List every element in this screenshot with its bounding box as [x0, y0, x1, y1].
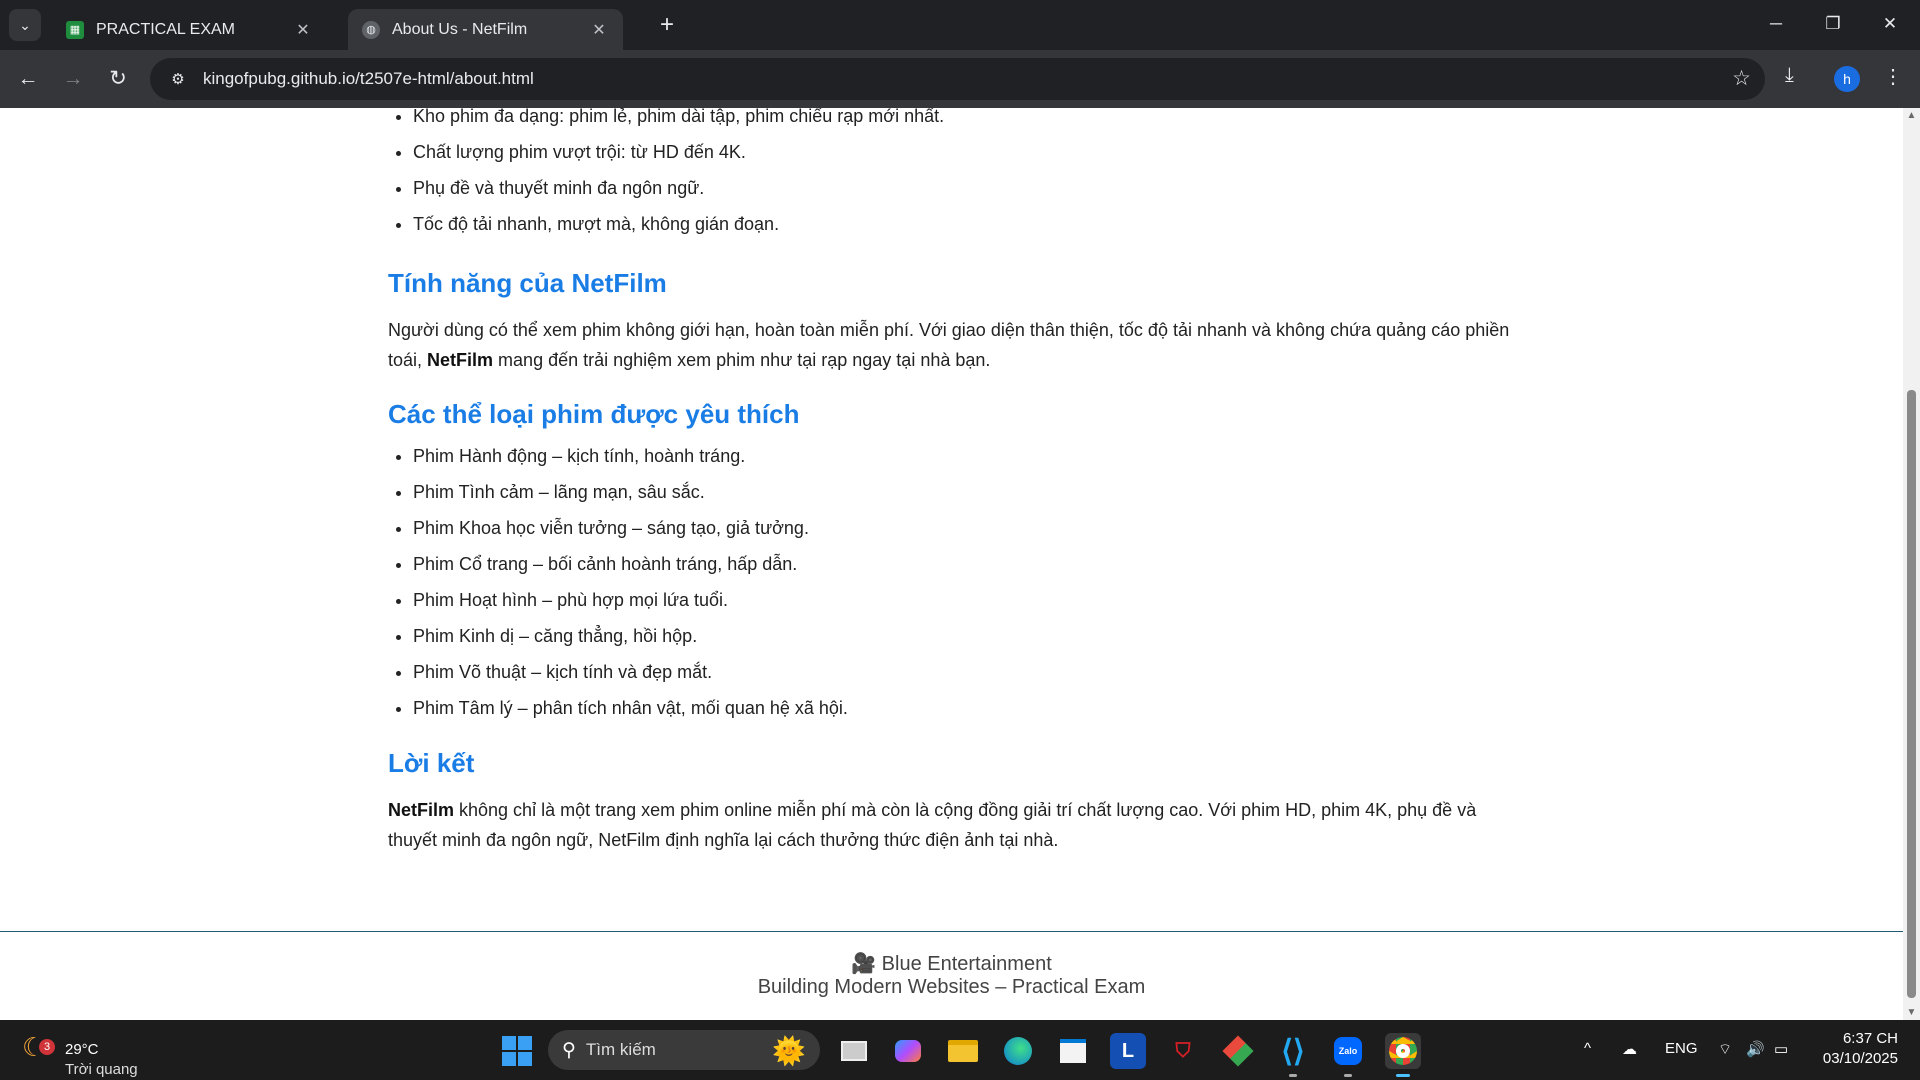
features-heading: Tính năng của NetFilm — [388, 268, 667, 298]
conclusion-text: không chỉ là một trang xem phim online m… — [388, 800, 1477, 850]
page-viewport: Kho phim đa dạng: phim lẻ, phim dài tập,… — [0, 108, 1903, 1020]
tab-title: About Us - NetFilm — [392, 20, 528, 38]
sun-icon: 🌞 — [772, 1036, 806, 1066]
site-info-icon[interactable]: ⚙ — [158, 70, 198, 88]
windows-taskbar: ☾ 3 29°C Trời quang ⚲ Tìm kiếm 🌞 L ⛉ ⟨⟩ … — [0, 1020, 1920, 1080]
sheets-icon: ▦ — [66, 20, 84, 39]
clock-date: 03/10/2025 — [1822, 1050, 1898, 1067]
address-bar[interactable]: ⚙ kingofpubg.github.io/t2507e-html/about… — [150, 58, 1765, 100]
main-content: Kho phim đa dạng: phim lẻ, phim dài tập,… — [388, 108, 1518, 855]
tab-strip: ⌄ ▦ PRACTICAL EXAM ✕ ◍ About Us - NetFil… — [0, 0, 1920, 50]
temperature: 29°C — [65, 1041, 99, 1058]
footer-subtitle: Building Modern Websites – Practical Exa… — [757, 976, 1146, 998]
genres-heading: Các thể loại phim được yêu thích — [388, 399, 800, 429]
restore-button[interactable]: ❐ — [1813, 8, 1853, 40]
list-item: Phim Hoạt hình – phù hợp mọi lứa tuổi. — [413, 582, 1518, 618]
notification-badge: 3 — [39, 1039, 55, 1055]
back-button[interactable]: ← — [11, 62, 45, 96]
list-item: Phim Hành động – kịch tính, hoành tráng. — [413, 438, 1518, 474]
list-item: Phụ đề và thuyết minh đa ngôn ngữ. — [413, 170, 1518, 206]
footer-brand: 🎥 Blue Entertainment — [0, 953, 1903, 976]
genres-list: Phim Hành động – kịch tính, hoành tráng.… — [388, 438, 1518, 726]
scroll-down-icon[interactable]: ▼ — [1906, 1007, 1917, 1018]
running-indicator — [1396, 1074, 1410, 1077]
tab-search-button[interactable]: ⌄ — [9, 9, 41, 41]
battery-icon[interactable]: ▭ — [1774, 1040, 1788, 1058]
list-item: Phim Khoa học viễn tưởng – sáng tạo, giả… — [413, 510, 1518, 546]
tab-practical-exam[interactable]: ▦ PRACTICAL EXAM ✕ — [52, 9, 327, 50]
site-footer: 🎥 Blue Entertainment Building Modern Web… — [0, 953, 1903, 999]
running-indicator — [1344, 1074, 1352, 1077]
vscode-icon[interactable]: ⟨⟩ — [1275, 1033, 1311, 1077]
brand-name: NetFilm — [427, 350, 494, 370]
file-explorer-icon[interactable] — [945, 1033, 981, 1069]
footer-divider — [0, 931, 1903, 932]
close-icon[interactable]: ✕ — [293, 20, 313, 40]
task-view-icon[interactable] — [836, 1033, 872, 1069]
url-text[interactable]: kingofpubg.github.io/t2507e-html/about.h… — [203, 69, 534, 89]
windows-logo-tile — [518, 1036, 532, 1050]
clock-time: 6:37 CH — [1842, 1030, 1898, 1047]
windows-logo-icon — [502, 1036, 516, 1050]
close-window-button[interactable]: ✕ — [1870, 8, 1910, 40]
zalo-icon[interactable]: Zalo — [1330, 1033, 1366, 1077]
taskbar-search[interactable]: ⚲ Tìm kiếm 🌞 — [548, 1030, 820, 1070]
windows-logo-tile — [518, 1052, 532, 1066]
tab-about-us[interactable]: ◍ About Us - NetFilm ✕ — [348, 9, 623, 50]
bookmark-star-icon[interactable]: ☆ — [1732, 66, 1751, 91]
forward-button[interactable]: → — [56, 62, 90, 96]
language-indicator[interactable]: ENG — [1665, 1040, 1698, 1057]
footer-brand-text: Blue Entertainment — [881, 953, 1052, 975]
store-icon[interactable] — [1055, 1033, 1091, 1069]
start-button[interactable] — [502, 1036, 532, 1066]
scroll-up-icon[interactable]: ▲ — [1906, 110, 1917, 121]
search-icon: ⚲ — [562, 1039, 576, 1061]
list-item: Chất lượng phim vượt trội: từ HD đến 4K. — [413, 134, 1518, 170]
menu-icon[interactable]: ⋮ — [1883, 64, 1903, 89]
search-placeholder: Tìm kiếm — [585, 1040, 656, 1059]
conclusion-heading: Lời kết — [388, 748, 475, 778]
list-item: Phim Tâm lý – phân tích nhân vật, mối qu… — [413, 690, 1518, 726]
reload-button[interactable]: ↻ — [101, 62, 135, 96]
minimize-button[interactable]: ─ — [1756, 8, 1796, 40]
camera-icon: 🎥 — [851, 953, 877, 975]
wifi-icon[interactable]: ⌔ — [1718, 1040, 1732, 1059]
cloud-offline-icon[interactable]: ☁ — [1622, 1040, 1637, 1058]
weather-condition: Trời quang — [65, 1061, 138, 1078]
globe-icon: ◍ — [362, 20, 380, 39]
close-icon[interactable]: ✕ — [589, 20, 609, 40]
quality-list: Kho phim đa dạng: phim lẻ, phim dài tập,… — [388, 108, 1518, 242]
copilot-icon[interactable] — [890, 1033, 926, 1069]
conclusion-paragraph: NetFilm không chỉ là một trang xem phim … — [388, 795, 1518, 855]
page-scrollbar[interactable]: ▲ ▼ — [1903, 108, 1920, 1020]
download-icon[interactable]: ⤓ — [1785, 64, 1794, 87]
chevron-up-icon[interactable]: ^ — [1584, 1040, 1591, 1057]
mcafee-icon[interactable]: ⛉ — [1165, 1033, 1201, 1069]
l-app-icon[interactable]: L — [1110, 1033, 1146, 1069]
running-indicator — [1289, 1074, 1297, 1077]
list-item: Kho phim đa dạng: phim lẻ, phim dài tập,… — [413, 108, 1518, 134]
volume-icon[interactable]: 🔊 — [1746, 1040, 1765, 1058]
list-item: Phim Tình cảm – lãng mạn, sâu sắc. — [413, 474, 1518, 510]
chrome-icon[interactable] — [1385, 1033, 1421, 1077]
scroll-thumb[interactable] — [1907, 390, 1916, 998]
edge-icon[interactable] — [1000, 1033, 1036, 1069]
list-item: Phim Cổ trang – bối cảnh hoành tráng, hấ… — [413, 546, 1518, 582]
list-item: Tốc độ tải nhanh, mượt mà, không gián đo… — [413, 206, 1518, 242]
browser-toolbar: ← → ↻ ⚙ kingofpubg.github.io/t2507e-html… — [0, 50, 1920, 108]
new-tab-button[interactable]: + — [652, 11, 682, 41]
git-tool-icon[interactable] — [1220, 1033, 1256, 1069]
system-clock[interactable]: 6:37 CH 03/10/2025 — [1823, 1029, 1898, 1069]
features-paragraph: Người dùng có thể xem phim không giới hạ… — [388, 315, 1518, 375]
list-item: Phim Võ thuật – kịch tính và đẹp mắt. — [413, 654, 1518, 690]
features-text: mang đến trải nghiệm xem phim như tại rạ… — [493, 350, 991, 370]
brand-name: NetFilm — [388, 800, 455, 820]
list-item: Phim Kinh dị – căng thẳng, hồi hộp. — [413, 618, 1518, 654]
windows-logo-tile — [502, 1052, 516, 1066]
profile-avatar[interactable]: h — [1834, 66, 1860, 92]
tab-title: PRACTICAL EXAM — [96, 20, 235, 38]
